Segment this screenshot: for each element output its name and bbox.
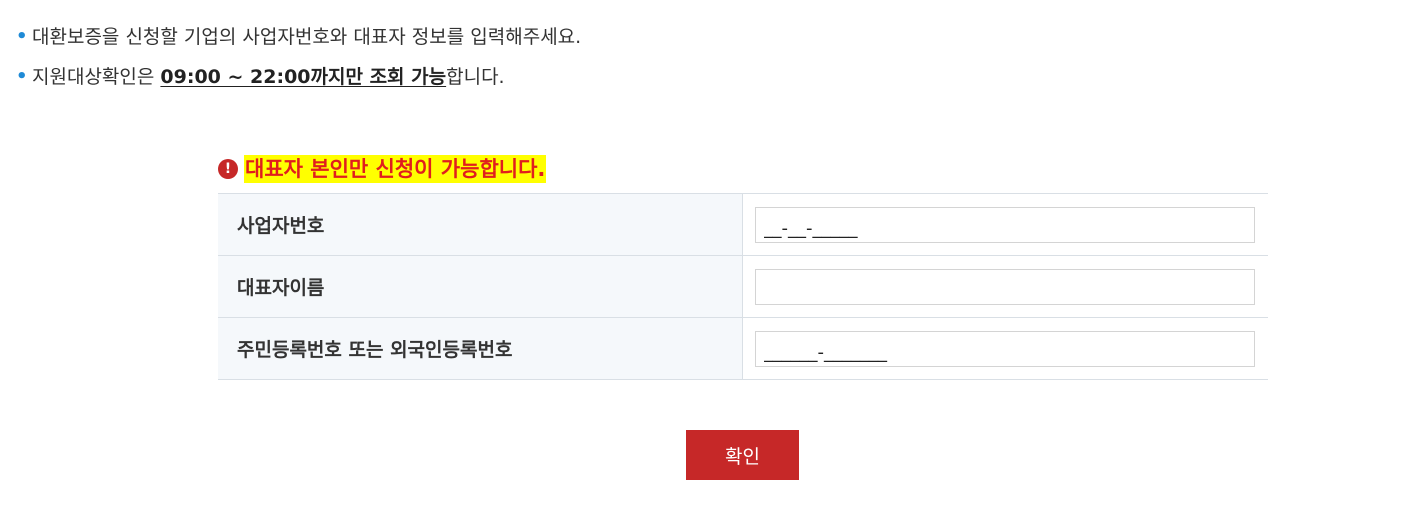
representative-only-warning: ! 대표자 본인만 신청이 가능합니다. [218,153,547,185]
business-number-label: 사업자번호 [218,193,743,256]
notice-text-prefix: 지원대상확인은 [32,66,161,88]
notice-text-suffix: 합니다. [446,66,505,88]
notice-text: 대환보증을 신청할 기업의 사업자번호와 대표자 정보를 입력해주세요. [32,26,582,48]
notice-item-input-guide: • 대환보증을 신청할 기업의 사업자번호와 대표자 정보를 입력해주세요. [14,22,1114,62]
exclamation-icon: ! [218,159,238,179]
confirm-button[interactable]: 확인 [686,430,799,480]
bullet-icon: • [16,66,28,87]
resident-number-input[interactable] [754,330,1255,367]
form-row-resident-number: 주민등록번호 또는 외국인등록번호 [218,317,1268,380]
notice-hours-emphasis: 09:00 ~ 22:00까지만 조회 가능 [160,66,447,88]
representative-name-input[interactable] [754,268,1255,305]
verification-form: 사업자번호 대표자이름 주민등록번호 또는 외국인등록번호 [218,193,1268,380]
business-number-input[interactable] [754,206,1255,243]
notice-list: • 대환보증을 신청할 기업의 사업자번호와 대표자 정보를 입력해주세요. •… [14,22,1114,102]
form-row-representative-name: 대표자이름 [218,255,1268,318]
notice-item-hours: • 지원대상확인은 09:00 ~ 22:00까지만 조회 가능합니다. [14,62,1114,102]
representative-name-label: 대표자이름 [218,255,743,318]
warning-text: 대표자 본인만 신청이 가능합니다. [244,155,547,183]
bullet-icon: • [16,26,28,47]
resident-number-label: 주민등록번호 또는 외국인등록번호 [218,317,743,380]
form-row-business-number: 사업자번호 [218,193,1268,256]
